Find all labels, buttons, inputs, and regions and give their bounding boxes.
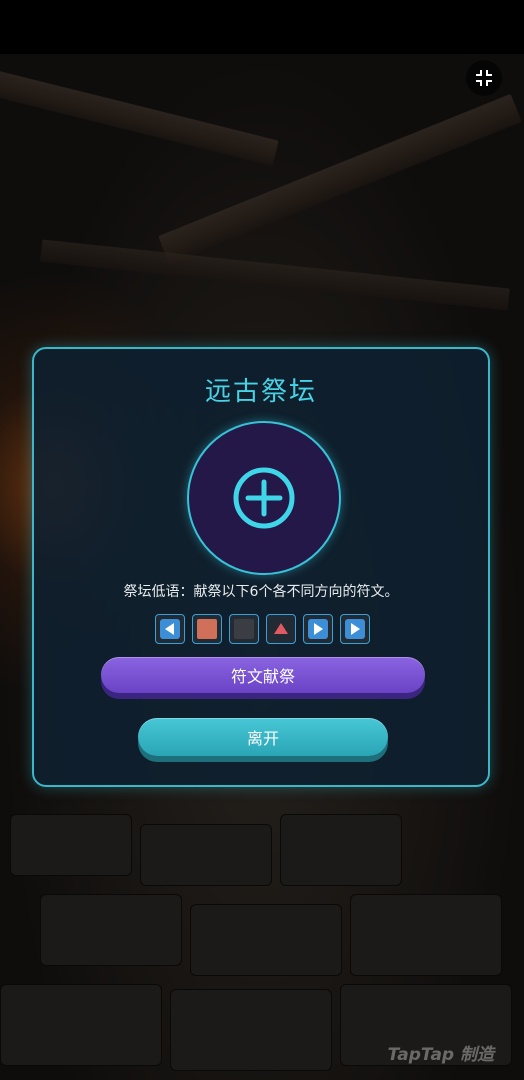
rune-slot-4[interactable] <box>266 614 296 644</box>
rune-slot-1[interactable] <box>155 614 185 644</box>
exit-fullscreen-button[interactable] <box>466 60 502 96</box>
arrow-right-icon <box>308 619 328 639</box>
altar-hint: 祭坛低语：献祭以下6个各不同方向的符文。 <box>123 584 399 600</box>
rune-offering-button[interactable]: 符文献祭 <box>101 657 425 693</box>
exit-fullscreen-icon <box>476 70 492 86</box>
top-bar <box>0 0 524 54</box>
rune-slot-6[interactable] <box>340 614 370 644</box>
altar-dialog: 远古祭坛 祭坛低语：献祭以下6个各不同方向的符文。 符文献祭 离开 <box>32 347 490 787</box>
arrow-right-icon <box>345 619 365 639</box>
rune-slot-2[interactable] <box>192 614 222 644</box>
rune-slot-5[interactable] <box>303 614 333 644</box>
add-circle-icon <box>233 467 295 529</box>
rune-slot-3[interactable] <box>229 614 259 644</box>
square-rune-icon <box>197 619 217 639</box>
arrow-up-icon <box>274 623 288 634</box>
dialog-title: 远古祭坛 <box>204 377 317 407</box>
altar-slot[interactable] <box>187 421 341 575</box>
empty-rune-icon <box>234 619 254 639</box>
taptap-watermark: TapTap 制造 <box>387 1045 494 1065</box>
leave-button[interactable]: 离开 <box>138 718 388 756</box>
arrow-left-icon <box>160 619 180 639</box>
